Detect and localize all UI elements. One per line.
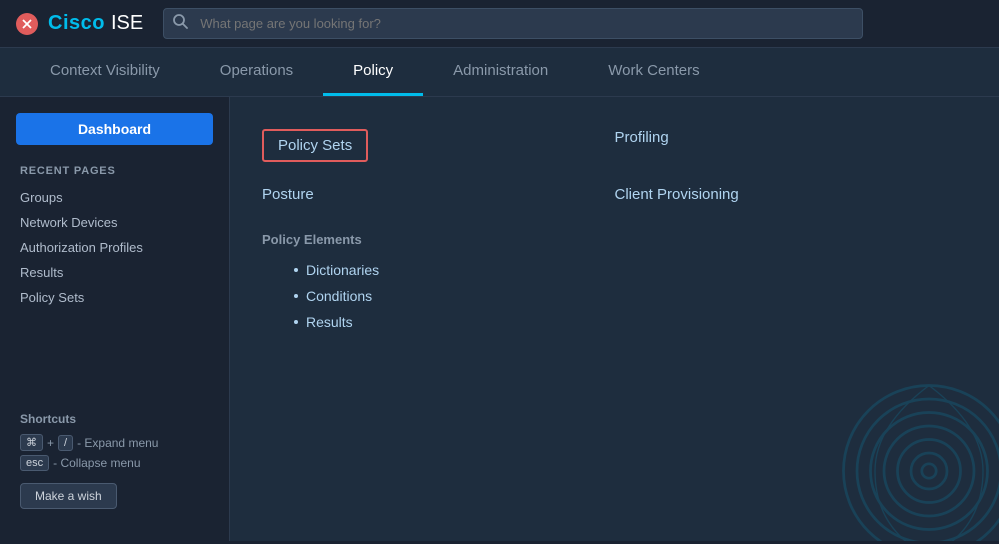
shortcuts: Shortcuts ⌘ + / - Expand menu esc - Coll… bbox=[0, 396, 229, 525]
policy-elements-section: Policy Elements Dictionaries Conditions … bbox=[262, 232, 967, 335]
brand-name: Cisco bbox=[48, 12, 105, 35]
sidebar-item-network-devices[interactable]: Network Devices bbox=[0, 210, 229, 235]
brand-product: ISE bbox=[111, 12, 143, 35]
expand-label: - Expand menu bbox=[77, 436, 158, 450]
sidebar-item-authorization-profiles[interactable]: Authorization Profiles bbox=[0, 235, 229, 260]
nav-tabs: Context Visibility Operations Policy Adm… bbox=[0, 48, 999, 97]
tab-operations[interactable]: Operations bbox=[190, 48, 323, 96]
dictionaries-item[interactable]: Dictionaries bbox=[294, 257, 967, 283]
client-provisioning-label[interactable]: Client Provisioning bbox=[615, 180, 739, 209]
collapse-key: esc bbox=[20, 455, 49, 471]
shortcuts-title: Shortcuts bbox=[20, 412, 209, 426]
profiling-label[interactable]: Profiling bbox=[615, 123, 669, 152]
collapse-label: - Collapse menu bbox=[53, 456, 140, 470]
content-area: Policy Sets Profiling Posture Client Pro… bbox=[230, 97, 999, 541]
plus-symbol: + bbox=[47, 436, 54, 450]
shortcut-collapse: esc - Collapse menu bbox=[20, 455, 209, 471]
sidebar-item-results[interactable]: Results bbox=[0, 260, 229, 285]
posture-label[interactable]: Posture bbox=[262, 180, 314, 209]
search-bar bbox=[163, 8, 863, 39]
brand-logo: Cisco ISE bbox=[48, 12, 143, 35]
policy-elements-title: Policy Elements bbox=[262, 232, 967, 247]
make-wish-button[interactable]: Make a wish bbox=[20, 483, 117, 509]
conditions-item[interactable]: Conditions bbox=[294, 283, 967, 309]
sidebar-item-groups[interactable]: Groups bbox=[0, 185, 229, 210]
client-provisioning-item[interactable]: Client Provisioning bbox=[615, 178, 968, 212]
tab-administration[interactable]: Administration bbox=[423, 48, 578, 96]
tab-work-centers[interactable]: Work Centers bbox=[578, 48, 729, 96]
sidebar-item-policy-sets[interactable]: Policy Sets bbox=[0, 285, 229, 310]
policy-elements-items: Dictionaries Conditions Results bbox=[262, 257, 967, 335]
top-bar: Cisco ISE bbox=[0, 0, 999, 48]
results-item[interactable]: Results bbox=[294, 309, 967, 335]
search-input[interactable] bbox=[163, 8, 863, 39]
fingerprint-decoration bbox=[839, 381, 999, 541]
sidebar: Dashboard Recent Pages Groups Network De… bbox=[0, 97, 230, 541]
dashboard-button[interactable]: Dashboard bbox=[16, 113, 213, 145]
shortcut-expand: ⌘ + / - Expand menu bbox=[20, 434, 209, 451]
policy-sets-label[interactable]: Policy Sets bbox=[262, 129, 368, 162]
expand-key2: / bbox=[58, 435, 73, 451]
expand-key1: ⌘ bbox=[20, 434, 43, 451]
main-layout: Dashboard Recent Pages Groups Network De… bbox=[0, 97, 999, 541]
tab-policy[interactable]: Policy bbox=[323, 48, 423, 96]
profiling-item[interactable]: Profiling bbox=[615, 121, 968, 170]
search-icon bbox=[173, 14, 188, 34]
posture-item[interactable]: Posture bbox=[262, 178, 615, 212]
recent-pages-title: Recent Pages bbox=[0, 161, 229, 185]
close-button[interactable] bbox=[16, 13, 38, 35]
tab-context-visibility[interactable]: Context Visibility bbox=[20, 48, 190, 96]
policy-sets-item[interactable]: Policy Sets bbox=[262, 121, 615, 170]
